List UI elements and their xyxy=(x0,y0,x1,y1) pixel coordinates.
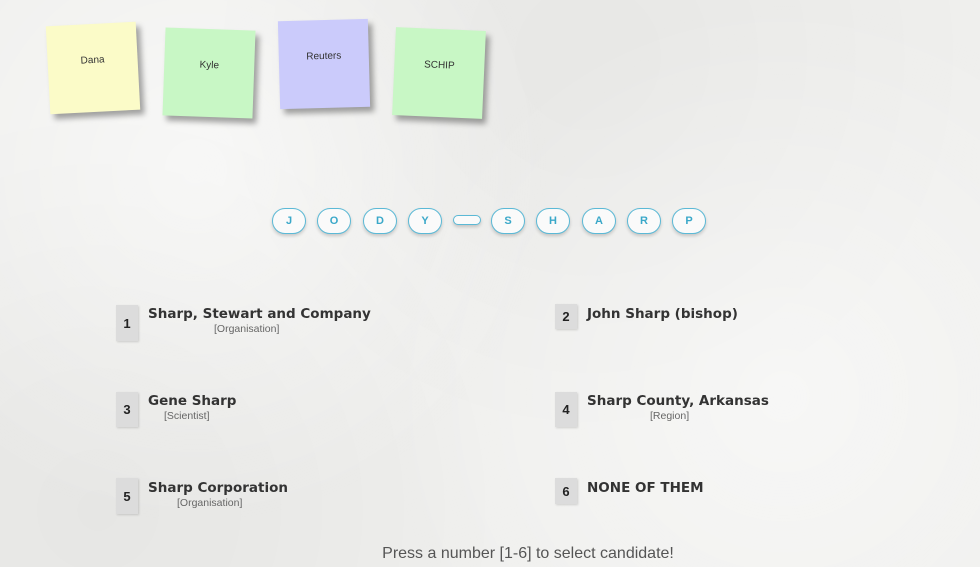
letter-tile-space[interactable] xyxy=(453,215,481,225)
candidate-name: Sharp County, Arkansas xyxy=(587,393,769,409)
candidate-number: 2 xyxy=(555,304,577,329)
candidate-number: 6 xyxy=(555,478,577,504)
letter-tile[interactable]: D xyxy=(363,208,397,234)
letter-tile[interactable]: P xyxy=(672,208,706,234)
letter-tile[interactable]: R xyxy=(627,208,661,234)
candidate-type: [Organisation] xyxy=(214,323,280,335)
letter-tile[interactable]: O xyxy=(317,208,351,234)
candidate-name: Sharp Corporation xyxy=(148,480,288,496)
sticky-note-schip[interactable]: SCHIP xyxy=(392,27,486,119)
sticky-note-label: Kyle xyxy=(199,59,220,71)
candidate-number: 3 xyxy=(116,392,138,427)
sticky-note-label: SCHIP xyxy=(423,58,455,72)
letter-tile[interactable]: A xyxy=(582,208,616,234)
candidate-name: Gene Sharp xyxy=(148,393,237,409)
candidate-type: [Region] xyxy=(650,410,690,422)
instruction-text: Press a number [1-6] to select candidate… xyxy=(382,545,674,562)
candidate-name: John Sharp (bishop) xyxy=(587,306,738,322)
sticky-note-label: Reuters xyxy=(306,50,342,62)
candidate-number: 1 xyxy=(116,305,138,341)
candidate-name: NONE OF THEM xyxy=(587,480,704,496)
candidate-type: [Scientist] xyxy=(164,410,210,422)
candidate-number: 5 xyxy=(116,478,138,514)
letter-tile[interactable]: H xyxy=(536,208,570,234)
letter-tile[interactable]: S xyxy=(491,208,525,234)
letter-tile[interactable]: Y xyxy=(408,208,442,234)
letter-tile[interactable]: J xyxy=(272,208,306,234)
sticky-note-label: Dana xyxy=(80,53,105,67)
sticky-note-dana[interactable]: Dana xyxy=(45,21,141,115)
candidate-name: Sharp, Stewart and Company xyxy=(148,306,371,322)
sticky-note-kyle[interactable]: Kyle xyxy=(162,27,256,119)
candidate-type: [Organisation] xyxy=(177,497,243,509)
letter-tiles: J O D Y S H A R P xyxy=(272,208,712,236)
candidate-number: 4 xyxy=(555,392,577,427)
sticky-note-reuters[interactable]: Reuters xyxy=(277,18,371,110)
